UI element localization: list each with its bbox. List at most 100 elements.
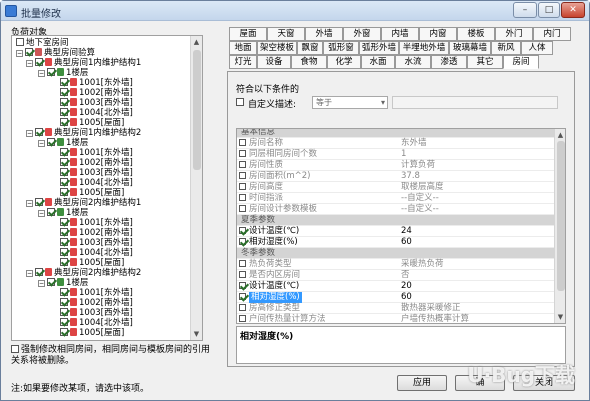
structure-item[interactable]: − 典型房间1内维护结构1 <box>26 58 141 68</box>
checkbox-icon[interactable] <box>60 188 68 196</box>
checkbox-icon[interactable] <box>239 282 246 289</box>
basement-item[interactable]: 地下室房间 <box>16 38 69 48</box>
tab-食物[interactable]: 食物 <box>291 55 327 69</box>
scroll-thumb[interactable] <box>193 50 201 170</box>
checkbox-icon[interactable] <box>60 318 68 326</box>
grid-scrollbar[interactable]: ▲ ▼ <box>554 129 565 323</box>
custom-desc-checkbox[interactable] <box>236 98 244 106</box>
tab-内窗[interactable]: 内窗 <box>419 27 457 41</box>
tab-架空楼板[interactable]: 架空楼板 <box>257 41 297 55</box>
tab-地面[interactable]: 地面 <box>229 41 257 55</box>
scroll-down-icon[interactable]: ▼ <box>191 328 202 340</box>
checkbox-icon[interactable] <box>60 118 68 126</box>
room-item[interactable]: 1004[北外墙] <box>60 318 133 328</box>
grid-property-row[interactable]: 相对湿度(%) 60 <box>237 292 555 303</box>
checkbox-icon[interactable] <box>60 228 68 236</box>
grid-section-header[interactable]: 夏季参数 <box>237 215 555 226</box>
checkbox-icon[interactable] <box>60 238 68 246</box>
tab-灯光[interactable]: 灯光 <box>229 55 257 69</box>
checkbox-icon[interactable] <box>47 278 55 286</box>
room-item[interactable]: 1005[屋面] <box>60 188 124 198</box>
grid-property-row[interactable]: 设计温度(℃) 24 <box>237 226 555 237</box>
property-value[interactable]: 60 <box>401 237 412 248</box>
scroll-up-icon[interactable]: ▲ <box>191 36 202 48</box>
grid-property-row[interactable]: 设计温度(℃) 20 <box>237 281 555 292</box>
room-item[interactable]: 1001[东外墙] <box>60 218 133 228</box>
checkbox-icon[interactable] <box>47 208 55 216</box>
floor-item[interactable]: − 1楼层 <box>38 138 88 148</box>
checkbox-icon[interactable] <box>60 298 68 306</box>
checkbox-icon[interactable] <box>239 194 246 201</box>
room-item[interactable]: 1002[南外墙] <box>60 228 133 238</box>
checkbox-icon[interactable] <box>60 88 68 96</box>
tab-水面[interactable]: 水面 <box>361 55 395 69</box>
grid-property-row[interactable]: 是否内区房间 否 <box>237 270 555 281</box>
checkbox-icon[interactable] <box>239 271 246 278</box>
grid-property-row[interactable]: 房间名称 东外墙 <box>237 138 555 149</box>
floor-item[interactable]: − 1楼层 <box>38 68 88 78</box>
tab-玻璃幕墙[interactable]: 玻璃幕墙 <box>449 41 491 55</box>
grid-property-row[interactable]: 热负荷类型 采暖热负荷 <box>237 259 555 270</box>
checkbox-icon[interactable] <box>239 139 246 146</box>
checkbox-icon[interactable] <box>60 148 68 156</box>
property-value[interactable]: 户墙传热概率计算 <box>401 314 469 323</box>
checkbox-icon[interactable] <box>35 198 43 206</box>
collapse-icon[interactable]: − <box>16 50 23 57</box>
checkbox-icon[interactable] <box>60 248 68 256</box>
collapse-icon[interactable]: − <box>26 270 33 277</box>
property-value[interactable]: 否 <box>401 270 410 281</box>
checkbox-icon[interactable] <box>35 268 43 276</box>
room-item[interactable]: 1005[屋面] <box>60 258 124 268</box>
force-modify-option[interactable]: 强制修改相同房间，相同房间与模板房间的引用关系将被删除。 <box>11 345 211 367</box>
checkbox-icon[interactable] <box>60 178 68 186</box>
collapse-icon[interactable]: − <box>26 130 33 137</box>
property-value[interactable]: 24 <box>401 226 412 237</box>
property-value[interactable]: 1 <box>401 149 406 160</box>
close-button[interactable]: ✕ <box>561 2 585 18</box>
checkbox-icon[interactable] <box>239 161 246 168</box>
property-value[interactable]: 散热器采暖修正 <box>401 303 461 314</box>
grid-property-row[interactable]: 同层相同房间个数 1 <box>237 149 555 160</box>
scroll-up-icon[interactable]: ▲ <box>555 129 565 141</box>
checkbox-icon[interactable] <box>60 328 68 336</box>
root-item[interactable]: − 典型房间验算 <box>16 48 95 58</box>
property-value[interactable]: 采暖热负荷 <box>401 259 444 270</box>
room-item[interactable]: 1002[南外墙] <box>60 88 133 98</box>
checkbox-icon[interactable] <box>60 158 68 166</box>
checkbox-icon[interactable] <box>60 308 68 316</box>
room-item[interactable]: 1005[屋面] <box>60 118 124 128</box>
grid-property-row[interactable]: 房间设计参数模板 --自定义-- <box>237 204 555 215</box>
checkbox-icon[interactable] <box>239 172 246 179</box>
tab-水流[interactable]: 水流 <box>395 55 431 69</box>
room-item[interactable]: 1002[南外墙] <box>60 298 133 308</box>
room-item[interactable]: 1005[屋面] <box>60 328 124 338</box>
room-item[interactable]: 1001[东外墙] <box>60 288 133 298</box>
tab-弧形窗[interactable]: 弧形窗 <box>323 41 359 55</box>
tab-楼板[interactable]: 楼板 <box>457 27 495 41</box>
structure-item[interactable]: − 典型房间2内维护结构2 <box>26 268 141 278</box>
room-item[interactable]: 1003[西外墙] <box>60 308 133 318</box>
checkbox-icon[interactable] <box>35 58 43 66</box>
floor-item[interactable]: − 1楼层 <box>38 278 88 288</box>
checkbox-icon[interactable] <box>60 168 68 176</box>
tab-天窗[interactable]: 天窗 <box>267 27 305 41</box>
operator-select[interactable]: 等于 <box>312 96 388 109</box>
room-item[interactable]: 1003[西外墙] <box>60 168 133 178</box>
tab-屋面[interactable]: 屋面 <box>229 27 267 41</box>
grid-property-row[interactable]: 房高修正类型 散热器采暖修正 <box>237 303 555 314</box>
tab-房间[interactable]: 房间 <box>503 55 539 69</box>
minimize-button[interactable]: – <box>513 2 537 18</box>
scroll-thumb[interactable] <box>557 141 565 291</box>
checkbox-icon[interactable] <box>239 150 246 157</box>
tab-外门[interactable]: 外门 <box>495 27 533 41</box>
checkbox-icon[interactable] <box>239 293 246 300</box>
checkbox-icon[interactable] <box>25 48 33 56</box>
checkbox-icon[interactable] <box>239 315 246 322</box>
grid-property-row[interactable]: 时间指派 --自定义-- <box>237 193 555 204</box>
grid-property-row[interactable]: 相对湿度(%) 60 <box>237 237 555 248</box>
room-item[interactable]: 1003[西外墙] <box>60 238 133 248</box>
maximize-button[interactable]: □ <box>538 2 560 18</box>
tab-化学[interactable]: 化学 <box>327 55 361 69</box>
filter-value-input[interactable] <box>392 96 558 109</box>
grid-section-header[interactable]: 冬季参数 <box>237 248 555 259</box>
